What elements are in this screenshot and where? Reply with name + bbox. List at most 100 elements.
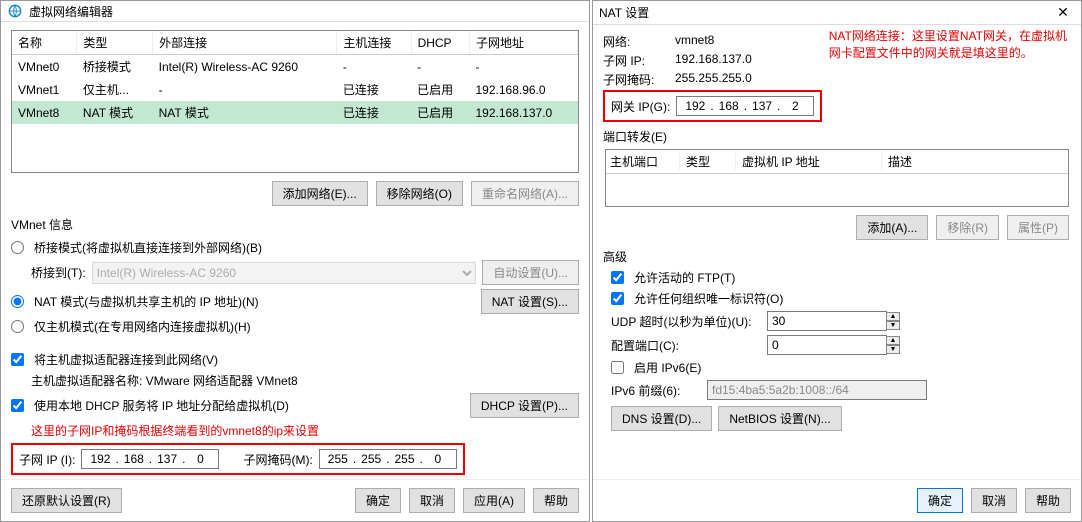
udp-timeout-input[interactable] bbox=[767, 311, 887, 331]
connect-host-label: 将主机虚拟适配器连接到此网络(V) bbox=[34, 351, 218, 368]
use-dhcp-label: 使用本地 DHCP 服务将 IP 地址分配给虚拟机(D) bbox=[34, 397, 289, 414]
bridged-label: 桥接模式(将虚拟机直接连接到外部网络)(B) bbox=[34, 239, 262, 256]
table-cell: NAT 模式 bbox=[77, 101, 153, 124]
network-value: vmnet8 bbox=[675, 33, 714, 50]
right-red-annotation-1: NAT网络连接：这里设置NAT网关，在虚拟机 bbox=[829, 27, 1067, 44]
nat-label: NAT 模式(与虚拟机共享主机的 IP 地址)(N) bbox=[34, 293, 259, 310]
table-cell: 仅主机... bbox=[77, 78, 153, 101]
subnet-ip-label: 子网 IP (I): bbox=[19, 451, 75, 468]
table-header[interactable]: 主机连接 bbox=[337, 31, 411, 55]
oui-label: 允许任何组织唯一标识符(O) bbox=[634, 290, 783, 307]
bridged-adapter-select[interactable]: Intel(R) Wireless-AC 9260 bbox=[92, 262, 477, 284]
virtual-network-editor-window: 虚拟网络编辑器 名称类型外部连接主机连接DHCP子网地址VMnet0桥接模式In… bbox=[0, 0, 590, 522]
help-button-left[interactable]: 帮助 bbox=[533, 488, 579, 513]
rename-network-button[interactable]: 重命名网络(A)... bbox=[471, 181, 579, 206]
bridged-to-label: 桥接到(T): bbox=[31, 264, 86, 281]
network-label: 网络: bbox=[603, 33, 675, 50]
ipv6-checkbox[interactable] bbox=[611, 361, 624, 374]
pf-col-desc: 描述 bbox=[888, 153, 1058, 170]
mask-value: 255.255.255.0 bbox=[675, 71, 752, 88]
table-cell: - bbox=[469, 55, 577, 79]
pf-col-hostport: 主机端口 bbox=[610, 153, 680, 170]
chevron-down-icon[interactable]: ▼ bbox=[886, 321, 900, 330]
ftp-checkbox[interactable] bbox=[611, 271, 624, 284]
help-button-right[interactable]: 帮助 bbox=[1025, 488, 1071, 513]
network-icon bbox=[7, 3, 23, 19]
advanced-label: 高级 bbox=[603, 248, 1071, 265]
pf-props-button[interactable]: 属性(P) bbox=[1007, 215, 1069, 240]
ipv6-prefix-input[interactable] bbox=[707, 380, 927, 400]
config-port-spinner[interactable]: ▲▼ bbox=[767, 335, 900, 355]
chevron-up-icon[interactable]: ▲ bbox=[886, 312, 900, 321]
netbios-settings-button[interactable]: NetBIOS 设置(N)... bbox=[718, 406, 841, 431]
subnet-label: 子网 IP: bbox=[603, 52, 675, 69]
table-header[interactable]: 类型 bbox=[77, 31, 153, 55]
udp-timeout-spinner[interactable]: ▲▼ bbox=[767, 311, 900, 331]
chevron-down-icon[interactable]: ▼ bbox=[886, 345, 900, 354]
port-forward-table[interactable]: 主机端口 类型 虚拟机 IP 地址 描述 bbox=[605, 149, 1069, 207]
pf-col-type: 类型 bbox=[686, 153, 736, 170]
remove-network-button[interactable]: 移除网络(O) bbox=[376, 181, 463, 206]
table-header[interactable]: 子网地址 bbox=[469, 31, 577, 55]
gateway-label: 网关 IP(G): bbox=[611, 98, 670, 115]
table-row[interactable]: VMnet8NAT 模式NAT 模式已连接已启用192.168.137.0 bbox=[12, 101, 578, 124]
hostonly-radio[interactable] bbox=[11, 320, 24, 333]
table-cell: 192.168.137.0 bbox=[469, 101, 577, 124]
ipv6-prefix-label: IPv6 前缀(6): bbox=[611, 382, 701, 399]
ftp-label: 允许活动的 FTP(T) bbox=[634, 269, 735, 286]
apply-button-left[interactable]: 应用(A) bbox=[463, 488, 525, 513]
restore-defaults-button[interactable]: 还原默认设置(R) bbox=[11, 488, 122, 513]
add-network-button[interactable]: 添加网络(E)... bbox=[272, 181, 368, 206]
table-cell: VMnet8 bbox=[12, 101, 77, 124]
left-titlebar: 虚拟网络编辑器 bbox=[1, 1, 589, 22]
table-row[interactable]: VMnet1仅主机...-已连接已启用192.168.96.0 bbox=[12, 78, 578, 101]
table-header[interactable]: 外部连接 bbox=[153, 31, 337, 55]
table-cell: Intel(R) Wireless-AC 9260 bbox=[153, 55, 337, 79]
mask-label: 子网掩码: bbox=[603, 71, 675, 88]
table-cell: VMnet1 bbox=[12, 78, 77, 101]
table-cell: 已启用 bbox=[411, 78, 469, 101]
table-cell: 桥接模式 bbox=[77, 55, 153, 79]
table-cell: NAT 模式 bbox=[153, 101, 337, 124]
ok-button-left[interactable]: 确定 bbox=[355, 488, 401, 513]
vmnet-table[interactable]: 名称类型外部连接主机连接DHCP子网地址 VMnet0桥接模式Intel(R) W… bbox=[11, 30, 579, 173]
port-forward-label: 端口转发(E) bbox=[603, 128, 1071, 145]
bridged-radio[interactable] bbox=[11, 241, 24, 254]
table-row[interactable]: VMnet0桥接模式Intel(R) Wireless-AC 9260--- bbox=[12, 55, 578, 79]
table-cell: 已连接 bbox=[337, 78, 411, 101]
subnet-ip-input[interactable]: 192. 168. 137. 0 bbox=[81, 449, 219, 469]
table-cell: 已启用 bbox=[411, 101, 469, 124]
left-window-title: 虚拟网络编辑器 bbox=[29, 3, 583, 20]
cancel-button-left[interactable]: 取消 bbox=[409, 488, 455, 513]
subnet-mask-input[interactable]: 255. 255. 255. 0 bbox=[319, 449, 457, 469]
right-titlebar: NAT 设置 ✕ bbox=[593, 1, 1081, 25]
pf-remove-button[interactable]: 移除(R) bbox=[936, 215, 999, 240]
connect-host-checkbox[interactable] bbox=[11, 353, 24, 366]
pf-add-button[interactable]: 添加(A)... bbox=[856, 215, 928, 240]
table-cell: - bbox=[411, 55, 469, 79]
oui-checkbox[interactable] bbox=[611, 292, 624, 305]
use-dhcp-checkbox[interactable] bbox=[11, 399, 24, 412]
cancel-button-right[interactable]: 取消 bbox=[971, 488, 1017, 513]
auto-settings-button[interactable]: 自动设置(U)... bbox=[482, 260, 579, 285]
udp-timeout-label: UDP 超时(以秒为单位)(U): bbox=[611, 313, 761, 330]
pf-col-vmip: 虚拟机 IP 地址 bbox=[742, 153, 882, 170]
dns-settings-button[interactable]: DNS 设置(D)... bbox=[611, 406, 712, 431]
table-cell: - bbox=[153, 78, 337, 101]
host-adapter-name: 主机虚拟适配器名称: VMware 网络适配器 VMnet8 bbox=[31, 372, 298, 389]
chevron-up-icon[interactable]: ▲ bbox=[886, 336, 900, 345]
table-header[interactable]: DHCP bbox=[411, 31, 469, 55]
dhcp-settings-button[interactable]: DHCP 设置(P)... bbox=[470, 393, 579, 418]
table-header[interactable]: 名称 bbox=[12, 31, 77, 55]
nat-radio[interactable] bbox=[11, 295, 24, 308]
vmnet-info-label: VMnet 信息 bbox=[11, 216, 579, 233]
config-port-input[interactable] bbox=[767, 335, 887, 355]
gateway-ip-input[interactable]: 192. 168. 137. 2 bbox=[676, 96, 814, 116]
subnet-value: 192.168.137.0 bbox=[675, 52, 752, 69]
table-cell: VMnet0 bbox=[12, 55, 77, 79]
table-cell: 已连接 bbox=[337, 101, 411, 124]
close-icon[interactable]: ✕ bbox=[1051, 4, 1075, 21]
ipv6-label: 启用 IPv6(E) bbox=[634, 359, 701, 376]
ok-button-right[interactable]: 确定 bbox=[917, 488, 963, 513]
nat-settings-button[interactable]: NAT 设置(S)... bbox=[481, 289, 579, 314]
